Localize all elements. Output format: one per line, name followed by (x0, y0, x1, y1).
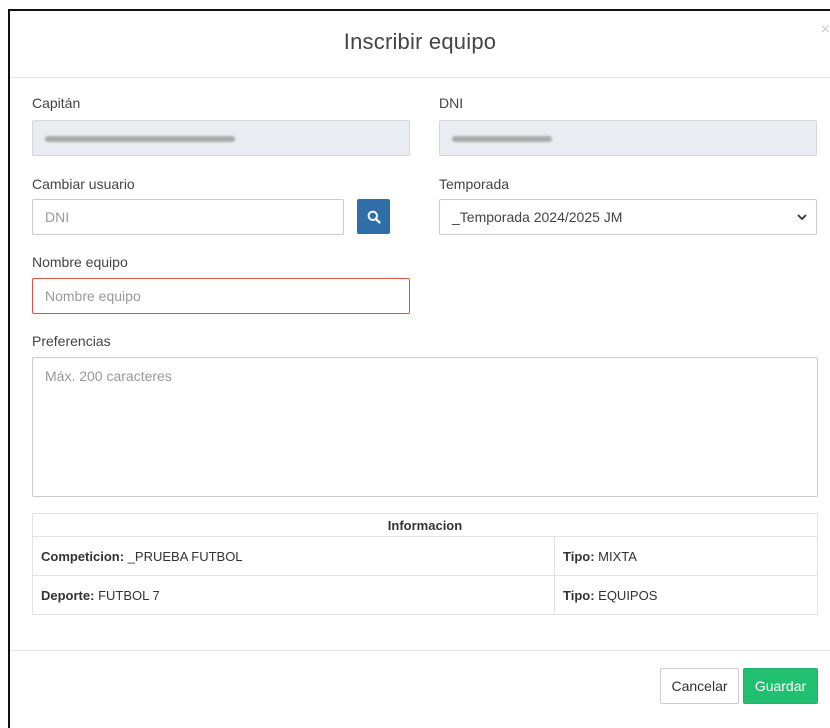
competition-cell: Competicion: _PRUEBA FUTBOL (32, 536, 555, 576)
sport-value: FUTBOL 7 (94, 587, 160, 603)
info-header-row: Informacion (32, 513, 818, 537)
change-user-label: Cambiar usuario (32, 176, 135, 192)
preferences-placeholder: Máx. 200 caracteres (45, 368, 172, 384)
info-table: Informacion Competicion: _PRUEBA FUTBOL … (32, 513, 818, 615)
captain-redacted-value (45, 130, 235, 146)
modal-header: Inscribir equipo × (10, 11, 830, 78)
season-select[interactable]: _Temporada 2024/2025 JM (439, 199, 817, 235)
redaction-bar (45, 136, 235, 143)
dni-redacted-value (452, 130, 552, 146)
dni-field (439, 120, 817, 156)
type-value: MIXTA (594, 548, 637, 564)
type-key: Tipo: (563, 548, 595, 564)
info-header: Informacion (32, 513, 818, 537)
search-icon (367, 210, 381, 224)
season-label: Temporada (439, 176, 510, 192)
type-cell: Tipo: MIXTA (554, 536, 818, 576)
type-value: EQUIPOS (594, 587, 658, 603)
team-name-label: Nombre equipo (32, 254, 128, 270)
redaction-bar (452, 136, 552, 143)
change-user-placeholder: DNI (45, 209, 70, 225)
modal-title: Inscribir equipo (343, 29, 497, 54)
preferences-textarea[interactable]: Máx. 200 caracteres (32, 357, 818, 497)
preferences-label: Preferencias (32, 333, 111, 349)
chevron-down-icon (797, 214, 807, 221)
cancel-button[interactable]: Cancelar (660, 668, 739, 704)
dni-label: DNI (439, 95, 464, 111)
type-key: Tipo: (563, 587, 595, 603)
close-icon[interactable]: × (821, 21, 830, 39)
sport-key: Deporte: (41, 587, 95, 603)
sport-cell: Deporte: FUTBOL 7 (32, 575, 555, 615)
change-user-dni-input[interactable]: DNI (32, 199, 344, 235)
team-name-input[interactable]: Nombre equipo (32, 278, 410, 314)
captain-label: Capitán (32, 95, 81, 111)
season-selected-value: _Temporada 2024/2025 JM (452, 209, 623, 225)
save-button[interactable]: Guardar (743, 668, 818, 704)
team-name-placeholder: Nombre equipo (45, 288, 141, 304)
footer-divider (10, 650, 830, 651)
table-row: Competicion: _PRUEBA FUTBOL Tipo: MIXTA (32, 536, 818, 576)
search-user-button[interactable] (357, 199, 390, 234)
competition-value: _PRUEBA FUTBOL (124, 548, 243, 564)
competition-key: Competicion: (41, 548, 125, 564)
captain-field (32, 120, 410, 156)
table-row: Deporte: FUTBOL 7 Tipo: EQUIPOS (32, 575, 818, 615)
type-cell: Tipo: EQUIPOS (554, 575, 818, 615)
